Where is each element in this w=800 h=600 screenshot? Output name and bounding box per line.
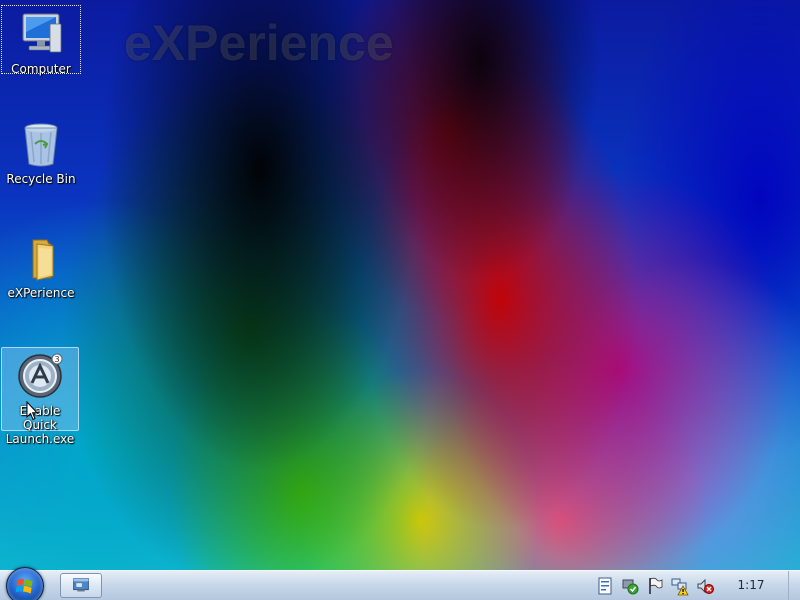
taskbar-clock[interactable]: 1:17 [733, 578, 769, 592]
desktop-icon-label: Recycle Bin [6, 172, 76, 186]
action-center-flag-icon[interactable] [646, 576, 664, 596]
desktop-icon-label: Enable Quick Launch.exe [5, 404, 75, 446]
desktop-icon-recycle-bin[interactable]: Recycle Bin [2, 120, 80, 186]
wallpaper-logo: eXPerience [124, 15, 394, 71]
show-desktop-button[interactable] [788, 571, 800, 600]
recycle-bin-icon [24, 123, 58, 167]
desktop-icon-label: eXPerience [7, 286, 75, 300]
start-orb-icon [15, 579, 33, 594]
desktop-icon-experience-folder[interactable]: eXPerience [2, 234, 80, 300]
taskbar-button-desktop[interactable] [60, 573, 102, 598]
taskbar: 1:17 [0, 567, 800, 600]
autoit-app-icon: 3 [18, 353, 63, 398]
desktop-icon-enable-quick-launch[interactable]: 3 Enable Quick Launch.exe [1, 347, 79, 446]
desktop-icon-label: Computer [11, 62, 71, 76]
computer-icon [22, 13, 62, 53]
svg-text:3: 3 [54, 355, 59, 364]
mouse-cursor-icon [26, 401, 38, 421]
desktop-window-icon [73, 578, 89, 592]
safely-remove-hardware-icon[interactable] [621, 576, 639, 596]
network-warning-icon[interactable] [671, 576, 689, 596]
start-button[interactable] [6, 567, 44, 600]
desktop[interactable]: eXPerience Computer Recycle Bin eXPerien [0, 0, 800, 570]
desktop-icon-computer[interactable]: Computer [1, 5, 81, 76]
volume-muted-icon[interactable] [696, 576, 714, 596]
document-icon[interactable] [596, 576, 614, 596]
folder-icon [32, 239, 54, 281]
